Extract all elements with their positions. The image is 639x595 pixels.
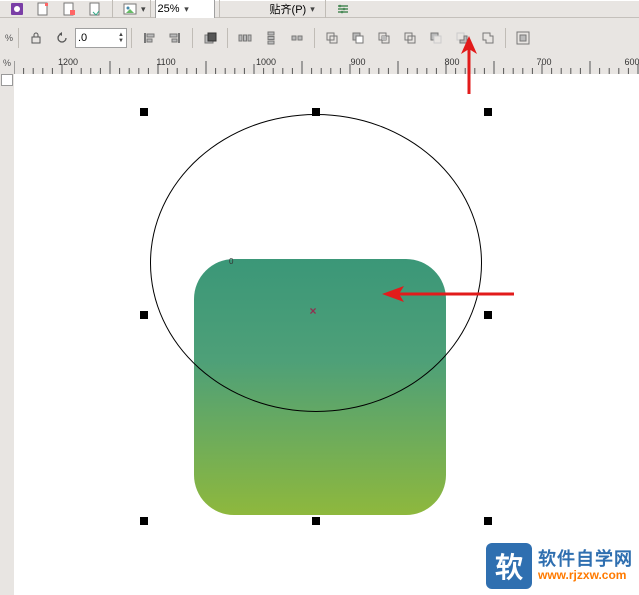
handle-n[interactable]: [312, 108, 320, 116]
simplify-icon[interactable]: [398, 26, 422, 50]
zoom-value: 25%: [158, 3, 180, 15]
handle-w[interactable]: [140, 311, 148, 319]
ruler-label: 1100: [156, 57, 175, 67]
separator: [325, 0, 326, 19]
to-front-icon[interactable]: [198, 26, 222, 50]
handle-se[interactable]: [484, 517, 492, 525]
separator: [192, 28, 193, 48]
pct-label: %: [3, 58, 11, 68]
lock-icon[interactable]: [24, 26, 48, 50]
separator: [131, 28, 132, 48]
separator: [112, 0, 113, 19]
spacing-icon[interactable]: [285, 26, 309, 50]
weld-icon[interactable]: [320, 26, 344, 50]
separator: [314, 28, 315, 48]
watermark-title: 软件自学网: [538, 550, 633, 570]
watermark: 软 软件自学网 www.rjzxw.com: [486, 543, 633, 589]
selection-center-mark: ×: [309, 304, 316, 318]
align-left-icon[interactable]: [137, 26, 161, 50]
ruler-label: 800: [444, 57, 459, 67]
ellipse-shape[interactable]: [150, 114, 482, 412]
chevron-down-icon: ▾: [180, 4, 194, 15]
distribute-h-icon[interactable]: [233, 26, 257, 50]
node-label: 0: [229, 257, 233, 266]
ruler-label: 900: [350, 57, 365, 67]
percent-label-top: %: [4, 33, 14, 43]
distribute-v-icon[interactable]: [259, 26, 283, 50]
left-ruler-strip: %: [0, 56, 15, 595]
align-right-icon[interactable]: [163, 26, 187, 50]
trim-icon[interactable]: [346, 26, 370, 50]
intersect-icon[interactable]: [372, 26, 396, 50]
handle-ne[interactable]: [484, 108, 492, 116]
zoom-combo[interactable]: 25% ▾: [155, 0, 215, 19]
spin-down-icon[interactable]: ▼: [118, 38, 124, 44]
watermark-url: www.rjzxw.com: [538, 569, 633, 582]
separator: [219, 0, 220, 19]
ruler-label: 600: [624, 57, 639, 67]
horizontal-ruler: 1200 1100 1000 900 800 700 600: [14, 56, 639, 75]
handle-s[interactable]: [312, 517, 320, 525]
separator: [150, 0, 151, 19]
align-to-page-icon[interactable]: [511, 26, 535, 50]
handle-sw[interactable]: [140, 517, 148, 525]
handle-nw[interactable]: [140, 108, 148, 116]
watermark-logo: 软: [486, 543, 532, 589]
toolbar-row-1: ▾ 25% ▾ 贴齐(P) ▾: [0, 0, 639, 18]
back-minus-front-icon[interactable]: [450, 26, 474, 50]
menu-paste[interactable]: 贴齐(P) ▾: [264, 1, 321, 17]
ruler-origin-box[interactable]: [1, 74, 13, 86]
rotation-input[interactable]: .0 ▲ ▼: [75, 28, 127, 48]
canvas-area[interactable]: 0 × 软 软件自学网 www.rjzxw.com: [14, 74, 639, 595]
front-minus-back-icon[interactable]: [424, 26, 448, 50]
toolbar-row-2: % .0 ▲ ▼: [0, 18, 639, 59]
dropdown-caret-icon[interactable]: ▾: [141, 4, 146, 15]
ruler-label: 700: [536, 57, 551, 67]
separator: [18, 28, 19, 48]
chevron-down-icon: ▾: [310, 4, 315, 15]
ruler-label: 1000: [256, 57, 276, 67]
separator: [505, 28, 506, 48]
ruler-label: 1200: [58, 57, 78, 67]
boundary-icon[interactable]: [476, 26, 500, 50]
rotation-value: .0: [78, 32, 118, 44]
rotate-ccw-icon[interactable]: [50, 26, 74, 50]
separator: [227, 28, 228, 48]
handle-e[interactable]: [484, 311, 492, 319]
